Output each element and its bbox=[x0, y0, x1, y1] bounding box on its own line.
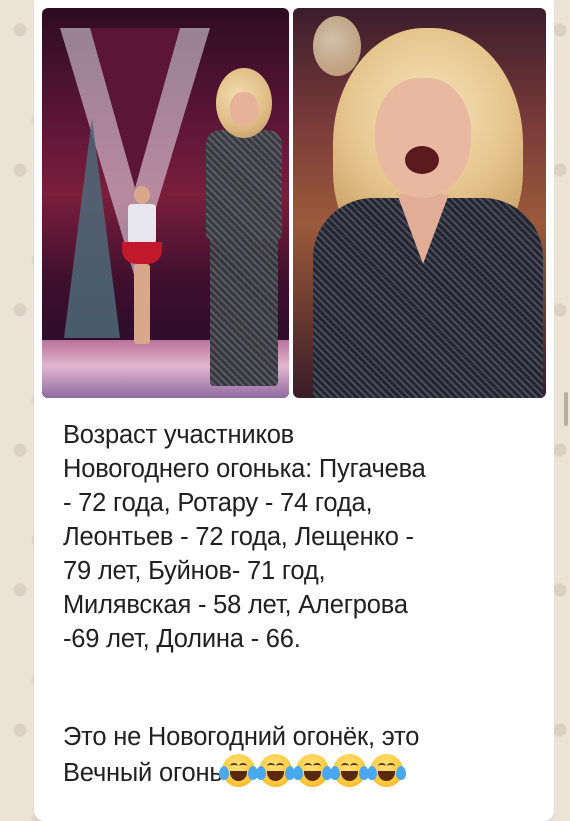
message-photo-right[interactable] bbox=[293, 8, 546, 398]
message-photo-left[interactable] bbox=[42, 8, 289, 398]
face-with-tears-of-joy-icon bbox=[330, 754, 370, 787]
message-text: Возраст участников Новогоднего огонька: … bbox=[63, 421, 426, 653]
dancer-figure bbox=[122, 186, 162, 346]
face-with-tears-of-joy-icon bbox=[256, 754, 296, 787]
face-with-tears-of-joy-icon bbox=[293, 754, 333, 787]
face-with-tears-of-joy-icon bbox=[367, 754, 407, 787]
singer-figure bbox=[194, 68, 289, 388]
scrollbar-thumb[interactable] bbox=[564, 392, 568, 426]
message-text-2: Это не Новогодний огонёк, это Вечный ого… bbox=[63, 720, 543, 790]
christmas-tree bbox=[64, 118, 120, 338]
message-bubble[interactable]: Возраст участников Новогоднего огонька: … bbox=[34, 0, 554, 821]
face-with-tears-of-joy-icon bbox=[219, 754, 259, 787]
message-text-2-line-2: Вечный огонь bbox=[63, 759, 223, 787]
singer-closeup bbox=[293, 8, 546, 398]
message-text-2-line-1: Это не Новогодний огонёк, это bbox=[63, 723, 420, 751]
emoji-row bbox=[219, 754, 407, 787]
